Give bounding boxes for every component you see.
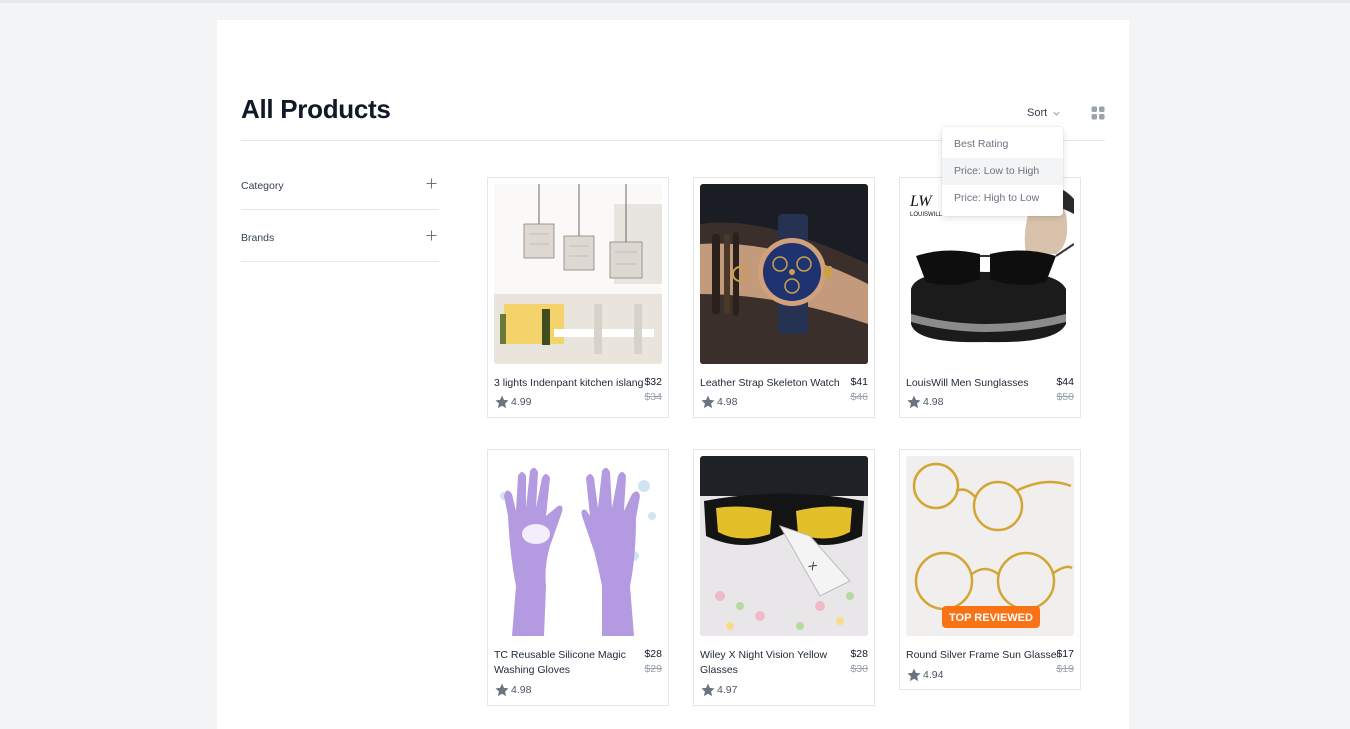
product-card[interactable]: 3 lights Indenpant kitchen islang $32 $3… (487, 177, 669, 418)
top-reviewed-badge-text: TOP REVIEWED (949, 612, 1033, 624)
product-old-price: $46 (850, 391, 868, 403)
product-name[interactable]: Leather Strap Skeleton Watch (700, 376, 850, 391)
product-card[interactable]: Leather Strap Skeleton Watch $41 $46 4.9… (693, 177, 875, 418)
sort-option-price-low-high[interactable]: Price: Low to High (942, 158, 1063, 185)
product-name[interactable]: TC Reusable Silicone Magic Washing Glove… (494, 648, 644, 678)
product-price: $17 (1056, 648, 1074, 660)
content-panel: All Products Sort Category Brands 3 ligh… (217, 20, 1129, 729)
product-card[interactable]: TC Reusable Silicone Magic Washing Glove… (487, 449, 669, 706)
plus-icon[interactable] (426, 178, 437, 189)
product-image-yellow-glasses[interactable]: X (700, 456, 868, 636)
product-name[interactable]: 3 lights Indenpant kitchen islang (494, 376, 646, 391)
sort-option-best-rating[interactable]: Best Rating (942, 131, 1063, 158)
rating-value: 4.98 (923, 396, 944, 408)
product-name[interactable]: Round Silver Frame Sun Glasses (906, 648, 1058, 663)
star-icon (701, 683, 715, 697)
star-icon (701, 395, 715, 409)
product-image-wrist-watch[interactable] (700, 184, 868, 364)
plus-icon[interactable] (426, 230, 437, 241)
product-card[interactable]: X Wiley X Night Vision Yellow Glasses $2… (693, 449, 875, 706)
top-border (0, 0, 1350, 3)
product-name[interactable]: Wiley X Night Vision Yellow Glasses (700, 648, 850, 678)
star-icon (907, 395, 921, 409)
product-old-price: $19 (1056, 663, 1074, 675)
page-title: All Products (241, 94, 391, 124)
chevron-down-icon (1053, 111, 1060, 116)
filter-label: Brands (241, 232, 275, 244)
product-old-price: $30 (850, 663, 868, 675)
product-rating: 4.97 (700, 682, 737, 698)
product-old-price: $34 (644, 391, 662, 403)
product-price: $32 (644, 376, 662, 388)
product-image-pendant-lights[interactable] (494, 184, 662, 364)
brand-logo-text: LOUISWILL (910, 212, 943, 218)
product-image-round-glasses[interactable]: TOP REVIEWED (906, 456, 1074, 636)
grid-view-icon[interactable] (1091, 106, 1105, 120)
star-icon (495, 683, 509, 697)
product-old-price: $29 (644, 663, 662, 675)
rating-value: 4.99 (511, 396, 532, 408)
product-price: $28 (644, 648, 662, 660)
rating-value: 4.98 (717, 396, 738, 408)
star-icon (495, 395, 509, 409)
rating-value: 4.94 (923, 669, 944, 681)
filter-category[interactable]: Category (241, 158, 439, 210)
sort-button[interactable]: Sort (1027, 107, 1061, 119)
product-card[interactable]: TOP REVIEWED Round Silver Frame Sun Glas… (899, 449, 1081, 690)
product-image-purple-gloves[interactable] (494, 456, 662, 636)
product-rating: 4.99 (494, 394, 531, 410)
product-rating: 4.98 (700, 394, 737, 410)
product-rating: 4.98 (906, 394, 943, 410)
product-price: $44 (1056, 376, 1074, 388)
svg-text:LW: LW (909, 193, 933, 210)
product-old-price: $50 (1056, 391, 1074, 403)
product-price: $41 (850, 376, 868, 388)
product-price: $28 (850, 648, 868, 660)
rating-value: 4.97 (717, 684, 738, 696)
rating-value: 4.98 (511, 684, 532, 696)
product-name[interactable]: LouisWill Men Sunglasses (906, 376, 1056, 391)
sort-dropdown-menu: Best Rating Price: Low to High Price: Hi… (942, 127, 1063, 216)
sort-option-price-high-low[interactable]: Price: High to Low (942, 185, 1063, 212)
filter-label: Category (241, 180, 284, 192)
sort-label: Sort (1027, 107, 1048, 119)
product-rating: 4.94 (906, 667, 943, 683)
filter-brands[interactable]: Brands (241, 210, 439, 262)
star-icon (907, 668, 921, 682)
product-rating: 4.98 (494, 682, 531, 698)
